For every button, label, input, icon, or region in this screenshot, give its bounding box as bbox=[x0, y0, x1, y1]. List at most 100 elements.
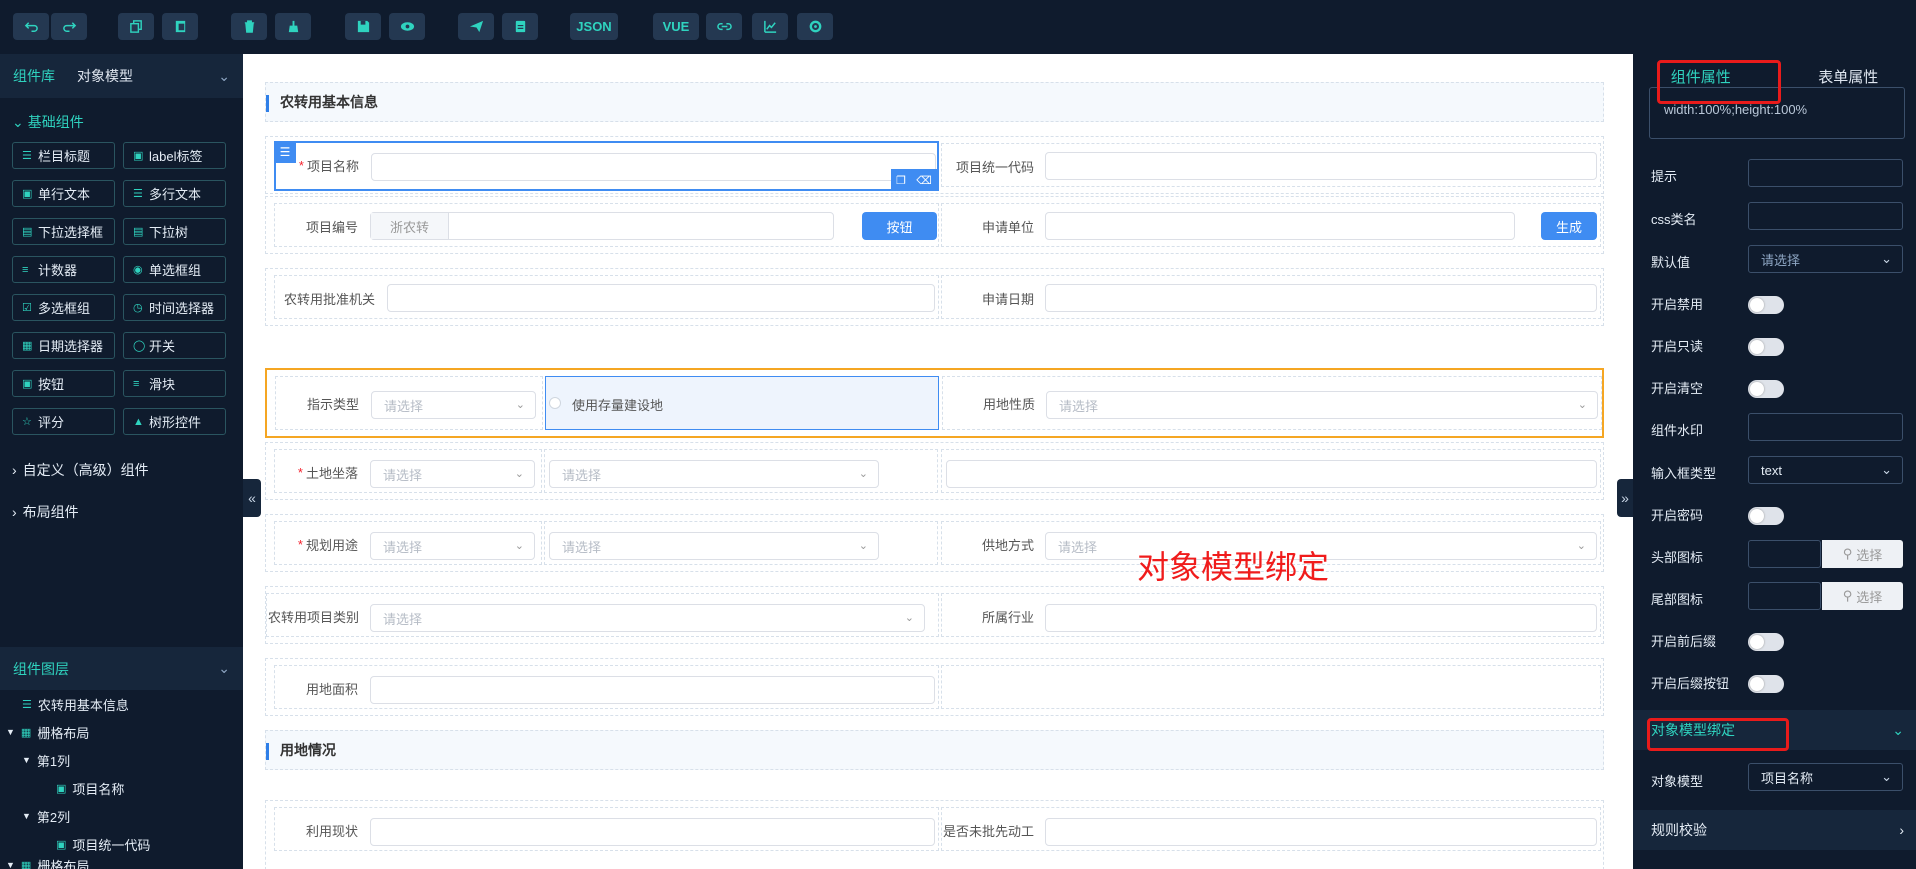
readonly-toggle[interactable] bbox=[1748, 338, 1784, 356]
field-cell[interactable]: 用地性质 请选择 ⌄ bbox=[942, 376, 1602, 430]
tree-node[interactable]: ▼ ▦ 栅格布局 bbox=[0, 718, 243, 746]
layer-panel-header[interactable]: 组件图层 ⌄ bbox=[0, 647, 243, 690]
grid-row[interactable]: 农转用批准机关 申请日期 bbox=[265, 268, 1604, 326]
head-icon-input[interactable] bbox=[1748, 540, 1821, 568]
group-custom-components[interactable]: › 自定义（高级）组件 bbox=[0, 455, 243, 485]
component-switch[interactable]: ◯ 开关 bbox=[123, 332, 226, 359]
current-use-input[interactable] bbox=[370, 818, 935, 846]
land-area-input[interactable] bbox=[370, 676, 935, 704]
unapproved-build-input[interactable] bbox=[1045, 818, 1597, 846]
delete-button[interactable] bbox=[231, 13, 267, 40]
field-cell[interactable]: * 规划用途 请选择 ⌄ bbox=[274, 521, 542, 565]
tree-node[interactable]: ▼ ▦ 栅格布局 bbox=[0, 858, 243, 869]
component-select[interactable]: ▤ 下拉选择框 bbox=[12, 218, 115, 245]
input-append-button[interactable]: 按钮 bbox=[862, 212, 937, 240]
tree-node[interactable]: ☰ 农转用基本信息 bbox=[0, 690, 243, 718]
settings-button[interactable] bbox=[797, 13, 833, 40]
component-label[interactable]: ▣ label标签 bbox=[123, 142, 226, 169]
tree-node[interactable]: ▣ 项目名称 bbox=[0, 774, 243, 802]
publish-button[interactable] bbox=[458, 13, 494, 40]
field-cell[interactable]: 请选择 ⌄ bbox=[544, 521, 938, 565]
default-value-select[interactable]: 请选择 ⌄ bbox=[1748, 245, 1903, 273]
css-class-input[interactable] bbox=[1748, 202, 1903, 230]
grid-row[interactable]: * 规划用途 请选择 ⌄ 请选择 ⌄ 供地方式 请选择 ⌄ bbox=[265, 514, 1604, 572]
object-model-select[interactable]: 项目名称 ⌄ bbox=[1748, 763, 1903, 791]
input-type-select[interactable]: text ⌄ bbox=[1748, 456, 1903, 484]
component-textarea[interactable]: ☰ 多行文本 bbox=[123, 180, 226, 207]
trash-icon[interactable]: ⌫ bbox=[916, 174, 932, 187]
form-canvas[interactable]: 农转用基本信息 ☰ * 项目名称 ❐ ⌫ 项目统一代码 项目编号 浙农转 按钮 申请… bbox=[243, 54, 1633, 869]
save-button[interactable] bbox=[345, 13, 381, 40]
paste-button[interactable] bbox=[162, 13, 198, 40]
disabled-toggle[interactable] bbox=[1748, 296, 1784, 314]
section-title-basic-info[interactable]: 农转用基本信息 bbox=[265, 82, 1604, 122]
clearable-toggle[interactable] bbox=[1748, 380, 1784, 398]
field-cell[interactable]: 指示类型 请选择 ⌄ bbox=[275, 376, 543, 430]
component-counter[interactable]: ≡ 计数器 bbox=[12, 256, 115, 283]
redo-button[interactable] bbox=[51, 13, 87, 40]
field-cell[interactable]: 申请日期 bbox=[941, 275, 1601, 319]
selected-field-project-name[interactable]: ☰ * 项目名称 ❐ ⌫ bbox=[274, 141, 939, 191]
field-cell[interactable]: 是否未批先动工 bbox=[941, 807, 1601, 851]
copy-button[interactable] bbox=[118, 13, 154, 40]
project-name-input[interactable] bbox=[371, 153, 936, 181]
land-location-sub-select[interactable]: 请选择 ⌄ bbox=[549, 460, 879, 488]
field-cell[interactable]: 请选择 ⌄ bbox=[544, 449, 938, 493]
component-time[interactable]: ◷ 时间选择器 bbox=[123, 294, 226, 321]
land-nature-select[interactable]: 请选择 ⌄ bbox=[1046, 391, 1598, 419]
field-cell[interactable]: * 土地坐落 请选择 ⌄ bbox=[274, 449, 542, 493]
grid-row[interactable]: * 土地坐落 请选择 ⌄ 请选择 ⌄ bbox=[265, 442, 1604, 500]
suffix-button-toggle[interactable] bbox=[1748, 675, 1784, 693]
field-cell[interactable]: 申请单位 生成 bbox=[941, 203, 1601, 247]
tail-icon-choose-button[interactable]: ⚲ 选择 bbox=[1822, 582, 1903, 610]
component-input[interactable]: ▣ 单行文本 bbox=[12, 180, 115, 207]
land-location-detail-input[interactable] bbox=[946, 460, 1597, 488]
chevron-down-icon[interactable]: ⌄ bbox=[218, 68, 230, 85]
indicator-type-select[interactable]: 请选择 ⌄ bbox=[371, 391, 536, 419]
field-cell[interactable]: 用地面积 bbox=[274, 665, 939, 709]
component-button[interactable]: ▣ 按钮 bbox=[12, 370, 115, 397]
collapse-left-icon[interactable]: « bbox=[243, 479, 261, 517]
generate-button[interactable]: 生成 bbox=[1541, 212, 1597, 240]
approval-org-input[interactable] bbox=[387, 284, 935, 312]
field-cell[interactable]: 所属行业 bbox=[941, 593, 1601, 637]
prefix-suffix-toggle[interactable] bbox=[1748, 633, 1784, 651]
grid-row[interactable]: 用地面积 bbox=[265, 658, 1604, 716]
rules-section-header[interactable]: 规则校验 › bbox=[1633, 810, 1916, 850]
field-cell-checkbox[interactable]: 使用存量建设地 bbox=[545, 376, 939, 430]
json-button[interactable]: JSON bbox=[570, 13, 618, 40]
tail-icon-input[interactable] bbox=[1748, 582, 1821, 610]
component-tree-select[interactable]: ▤ 下拉树 bbox=[123, 218, 226, 245]
head-icon-choose-button[interactable]: ⚲ 选择 bbox=[1822, 540, 1903, 568]
industry-input[interactable] bbox=[1045, 604, 1597, 632]
import-button[interactable] bbox=[502, 13, 538, 40]
component-radio[interactable]: ◉ 单选框组 bbox=[123, 256, 226, 283]
radio-icon[interactable] bbox=[549, 397, 561, 409]
plan-use-sub-select[interactable]: 请选择 ⌄ bbox=[549, 532, 879, 560]
watermark-input[interactable] bbox=[1748, 413, 1903, 441]
land-location-select[interactable]: 请选择 ⌄ bbox=[370, 460, 535, 488]
component-rate[interactable]: ☆ 评分 bbox=[12, 408, 115, 435]
undo-button[interactable] bbox=[13, 13, 49, 40]
hint-input[interactable] bbox=[1748, 159, 1903, 187]
field-cell[interactable]: 利用现状 bbox=[274, 807, 939, 851]
plan-use-select[interactable]: 请选择 ⌄ bbox=[370, 532, 535, 560]
preview-button[interactable] bbox=[389, 13, 425, 40]
section-basic-components[interactable]: ⌄ 基础组件 bbox=[0, 98, 243, 142]
chart-button[interactable] bbox=[752, 13, 788, 40]
field-cell[interactable]: 项目统一代码 bbox=[941, 143, 1601, 187]
tree-node[interactable]: ▼ 第2列 bbox=[0, 802, 243, 830]
component-checkbox[interactable]: ☑ 多选框组 bbox=[12, 294, 115, 321]
field-cell[interactable]: 农转用项目类别 请选择 ⌄ bbox=[266, 593, 939, 637]
grid-row-highlighted[interactable]: 指示类型 请选择 ⌄ 使用存量建设地 用地性质 请选择 ⌄ bbox=[265, 368, 1604, 438]
section-title-land-use[interactable]: 用地情况 bbox=[265, 730, 1604, 770]
tab-component-library[interactable]: 组件库 bbox=[13, 66, 55, 86]
project-category-select[interactable]: 请选择 ⌄ bbox=[370, 604, 925, 632]
apply-date-input[interactable] bbox=[1045, 284, 1597, 312]
component-title[interactable]: ☰ 栏目标题 bbox=[12, 142, 115, 169]
password-toggle[interactable] bbox=[1748, 507, 1784, 525]
component-date[interactable]: ▦ 日期选择器 bbox=[12, 332, 115, 359]
tab-object-model[interactable]: 对象模型 bbox=[77, 66, 133, 86]
group-layout-components[interactable]: › 布局组件 bbox=[0, 497, 243, 527]
grid-row[interactable]: 农转用项目类别 请选择 ⌄ 所属行业 bbox=[265, 586, 1604, 644]
